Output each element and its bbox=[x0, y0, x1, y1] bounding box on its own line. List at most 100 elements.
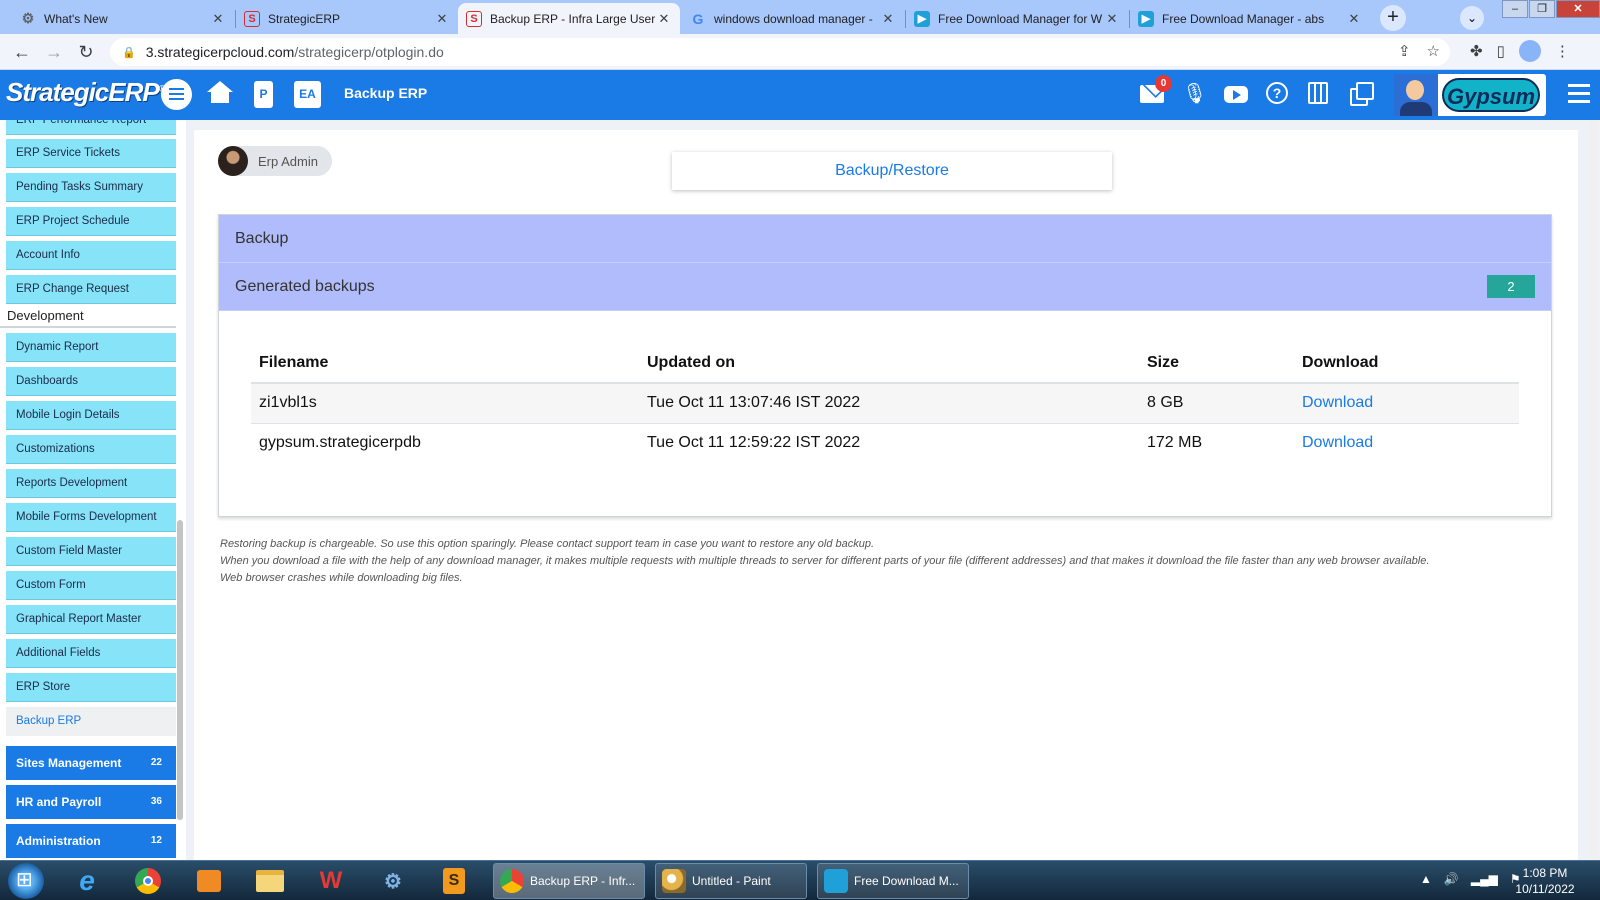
logo-text: StrategicERP bbox=[6, 77, 160, 107]
home-icon[interactable] bbox=[207, 81, 233, 105]
browser-tab[interactable]: S StrategicERP ✕ bbox=[236, 3, 458, 34]
bookmark-star-icon[interactable]: ☆ bbox=[1427, 42, 1440, 60]
sidebar-item-mobile-forms-development[interactable]: Mobile Forms Development bbox=[6, 503, 176, 532]
hamburger-menu-icon[interactable] bbox=[161, 79, 192, 110]
forward-arrow-icon[interactable]: → bbox=[42, 40, 66, 64]
network-tool-icon[interactable]: ⚙ bbox=[376, 865, 410, 897]
side-panel-icon[interactable]: ▯ bbox=[1497, 42, 1505, 60]
chrome-icon[interactable] bbox=[131, 865, 165, 897]
generated-backups-header[interactable]: Generated backups 2 bbox=[219, 263, 1551, 311]
company-brand[interactable]: Gypsum bbox=[1394, 74, 1546, 116]
list-menu-icon[interactable] bbox=[1568, 84, 1590, 104]
sidebar-item-reports-development[interactable]: Reports Development bbox=[6, 469, 176, 498]
start-button[interactable] bbox=[8, 863, 44, 899]
user-avatar bbox=[218, 146, 248, 176]
taskbar-window-paint[interactable]: Untitled - Paint bbox=[655, 863, 807, 899]
copy-windows-icon[interactable] bbox=[1350, 82, 1374, 106]
window-close-icon[interactable]: ✕ bbox=[1556, 0, 1600, 18]
browser-tab[interactable]: ▶ Free Download Manager - abs ✕ bbox=[1130, 3, 1370, 34]
sidebar-group-hr-and-payroll[interactable]: HR and Payroll 36 bbox=[6, 785, 176, 819]
ea-button[interactable]: EA bbox=[294, 81, 321, 108]
sidebar-item-erp-performance-report[interactable]: ERP Performance Report bbox=[6, 120, 176, 135]
download-link[interactable]: Download bbox=[1294, 423, 1519, 463]
show-hidden-icons-icon[interactable]: ▲ bbox=[1420, 872, 1432, 886]
tab-title: Free Download Manager for W bbox=[938, 11, 1103, 26]
maximize-icon[interactable]: ❐ bbox=[1529, 0, 1555, 18]
taskbar-window-backup-erp[interactable]: Backup ERP - Infr... bbox=[493, 863, 645, 899]
more-menu-icon[interactable]: ⋮ bbox=[1555, 42, 1570, 60]
close-icon[interactable]: ✕ bbox=[656, 11, 672, 27]
download-link[interactable]: Download bbox=[1294, 383, 1519, 424]
microphone-icon[interactable]: 🎙 bbox=[1182, 82, 1207, 106]
new-tab-button[interactable]: + bbox=[1380, 5, 1406, 31]
close-icon[interactable]: ✕ bbox=[434, 11, 450, 27]
backup-panel-header: Backup bbox=[219, 215, 1551, 263]
sidebar-item-erp-change-request[interactable]: ERP Change Request bbox=[6, 275, 176, 304]
youtube-icon[interactable] bbox=[1224, 82, 1248, 106]
tab-title: StrategicERP bbox=[268, 11, 341, 26]
system-clock[interactable]: 1:08 PM 10/11/2022 bbox=[1515, 865, 1575, 897]
tab-backup-restore[interactable]: Backup/Restore bbox=[672, 152, 1112, 190]
sidebar-group-sites-management[interactable]: Sites Management 22 bbox=[6, 746, 176, 780]
sidebar: ERP Performance Report ERP Service Ticke… bbox=[0, 120, 186, 860]
browser-tab-active[interactable]: S Backup ERP - Infra Large User: ✕ bbox=[458, 3, 680, 34]
sidebar-item-account-info[interactable]: Account Info bbox=[6, 241, 176, 270]
sidebar-item-customizations[interactable]: Customizations bbox=[6, 435, 176, 464]
wps-office-icon[interactable]: W bbox=[314, 865, 348, 897]
group-label: Sites Management bbox=[16, 756, 122, 770]
sidebar-scrollbar[interactable] bbox=[177, 520, 183, 820]
strategicerp-logo[interactable]: StrategicERP® bbox=[6, 77, 165, 108]
sidebar-item-pending-tasks-summary[interactable]: Pending Tasks Summary bbox=[6, 173, 176, 202]
app-header: StrategicERP® P EA Backup ERP 0 🎙 ? Gyps… bbox=[0, 70, 1600, 120]
generated-backups-title: Generated backups bbox=[235, 278, 375, 295]
url-host: 3.strategicerpcloud.com bbox=[145, 44, 295, 60]
column-header-download: Download bbox=[1294, 343, 1519, 384]
close-icon[interactable]: ✕ bbox=[1346, 11, 1362, 27]
sidebar-item-backup-erp[interactable]: Backup ERP bbox=[6, 707, 176, 736]
sublime-text-icon[interactable]: S bbox=[437, 865, 471, 897]
sidebar-item-graphical-report-master[interactable]: Graphical Report Master bbox=[6, 605, 176, 634]
window-title: Free Download M... bbox=[854, 874, 959, 888]
share-icon[interactable]: ⇪ bbox=[1398, 42, 1411, 60]
close-icon[interactable]: ✕ bbox=[1104, 11, 1120, 27]
p-button[interactable]: P bbox=[254, 81, 273, 108]
updated-on-cell: Tue Oct 11 12:59:22 IST 2022 bbox=[647, 434, 861, 452]
file-explorer-icon[interactable] bbox=[253, 865, 287, 897]
signal-icon[interactable]: ▂▄▆ bbox=[1471, 872, 1498, 886]
sidebar-item-erp-store[interactable]: ERP Store bbox=[6, 673, 176, 702]
browser-tab[interactable]: G windows download manager - ✕ bbox=[682, 3, 904, 34]
main-scrollbar[interactable] bbox=[1590, 120, 1598, 860]
close-icon[interactable]: ✕ bbox=[880, 11, 896, 27]
volume-icon[interactable]: 🔊 bbox=[1444, 872, 1459, 886]
sidebar-item-erp-project-schedule[interactable]: ERP Project Schedule bbox=[6, 207, 176, 236]
browser-tab[interactable]: ▶ Free Download Manager for W ✕ bbox=[906, 3, 1128, 34]
address-bar[interactable]: 🔒 3.strategicerpcloud.com/strategicerp/o… bbox=[110, 38, 1450, 66]
mail-button[interactable]: 0 bbox=[1140, 75, 1172, 106]
sidebar-item-dashboards[interactable]: Dashboards bbox=[6, 367, 176, 396]
sidebar-group-administration[interactable]: Administration 12 bbox=[6, 824, 176, 858]
profile-avatar-icon[interactable] bbox=[1518, 40, 1541, 62]
sidebar-item-custom-form[interactable]: Custom Form bbox=[6, 571, 176, 600]
calculator-icon[interactable] bbox=[1308, 82, 1332, 106]
reload-icon[interactable]: ↻ bbox=[74, 40, 98, 64]
sidebar-item-dynamic-report[interactable]: Dynamic Report bbox=[6, 333, 176, 362]
backup-count-badge: 2 bbox=[1487, 275, 1535, 298]
browser-tab[interactable]: ⚙ What's New ✕ bbox=[12, 3, 234, 34]
internet-explorer-icon[interactable]: e bbox=[70, 865, 104, 897]
tab-title: Backup ERP - Infra Large User: bbox=[490, 11, 656, 26]
sidebar-item-custom-field-master[interactable]: Custom Field Master bbox=[6, 537, 176, 566]
sidebar-item-erp-service-tickets[interactable]: ERP Service Tickets bbox=[6, 139, 176, 168]
back-arrow-icon[interactable]: ← bbox=[10, 40, 34, 64]
close-icon[interactable]: ✕ bbox=[210, 11, 226, 27]
minimize-icon[interactable]: – bbox=[1502, 0, 1528, 18]
sidebar-item-additional-fields[interactable]: Additional Fields bbox=[6, 639, 176, 668]
updated-on-cell: Tue Oct 11 13:07:46 IST 2022 bbox=[639, 383, 1139, 424]
extensions-icon[interactable]: ✤ bbox=[1470, 42, 1483, 60]
chrome-icon bbox=[500, 869, 524, 893]
help-icon[interactable]: ? bbox=[1266, 82, 1290, 106]
tab-search-button[interactable]: ⌄ bbox=[1460, 6, 1484, 30]
sidebar-item-mobile-login-details[interactable]: Mobile Login Details bbox=[6, 401, 176, 430]
user-chip[interactable]: Erp Admin bbox=[218, 146, 332, 176]
media-player-icon[interactable] bbox=[192, 865, 226, 897]
taskbar-window-free-download-manager[interactable]: Free Download M... bbox=[817, 863, 969, 899]
